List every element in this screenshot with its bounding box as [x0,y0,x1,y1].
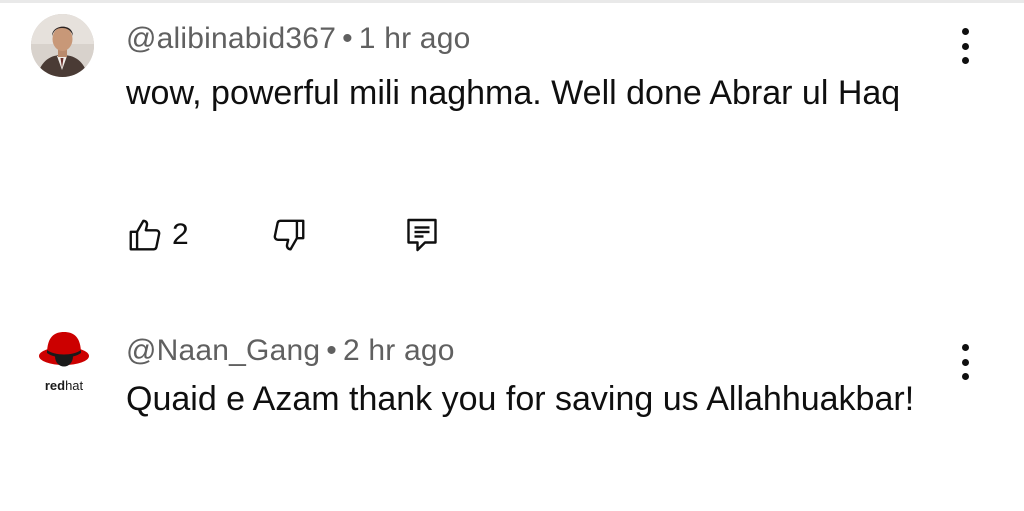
comment-more-button[interactable] [952,342,978,382]
more-vertical-icon [961,42,969,50]
more-vertical-icon [961,358,969,366]
comment-more-button[interactable] [952,26,978,66]
more-vertical-icon [961,373,969,380]
comment-author-handle[interactable]: @alibinabid367 [126,22,336,55]
meta-separator: • [342,22,353,55]
more-vertical-icon [961,344,969,351]
more-vertical-icon [961,57,969,64]
comment-text: wow, powerful mili naghma. Well done Abr… [126,74,901,112]
reply-comment-icon [407,218,437,252]
comment-item: @alibinabid367 • 1 hr ago wow, powerful mi… [0,0,1024,300]
redhat-logo-icon: redhat [39,332,89,393]
user-photo-icon [31,14,94,77]
svg-text:redhat: redhat [45,378,84,393]
comment-item: redhat @Naan_Gang • 2 hr ago Quaid e Azam … [0,312,1024,511]
meta-separator: • [326,334,337,367]
comment-meta: @Naan_Gang • 2 hr ago [126,334,455,368]
like-button[interactable]: 2 [126,210,189,260]
reply-button[interactable] [404,210,440,260]
avatar[interactable] [31,14,94,77]
comment-meta: @alibinabid367 • 1 hr ago [126,22,470,56]
comment-text: Quaid e Azam thank you for saving us All… [126,380,915,418]
comment-author-handle[interactable]: @Naan_Gang [126,334,320,367]
like-count: 2 [172,218,189,251]
comment-timestamp[interactable]: 1 hr ago [359,22,471,55]
thumbs-up-icon [129,219,161,251]
more-vertical-icon [961,28,969,35]
avatar[interactable]: redhat [35,326,93,396]
comment-timestamp[interactable]: 2 hr ago [343,334,455,367]
thumbs-down-icon [273,219,305,251]
dislike-button[interactable] [270,210,308,260]
